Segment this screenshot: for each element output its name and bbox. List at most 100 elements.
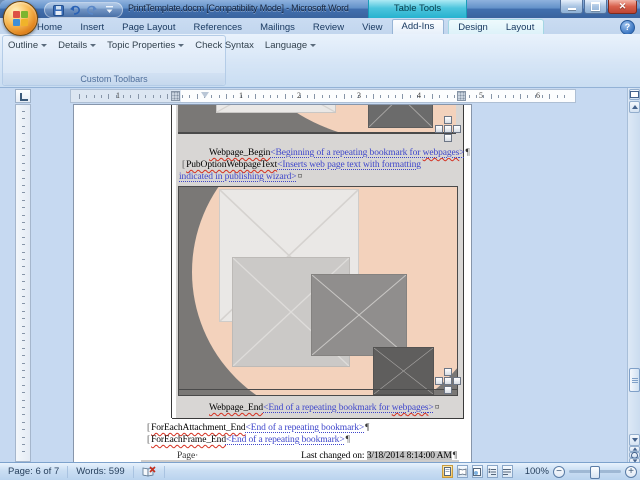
- resize-handle-cluster[interactable]: [435, 368, 461, 394]
- ruler-number: 2: [297, 91, 301, 100]
- full-screen-reading-view-button[interactable]: [456, 465, 468, 478]
- ruler-number: 3: [357, 91, 361, 100]
- image-placeholder[interactable]: [216, 105, 336, 113]
- details-menu[interactable]: Details: [58, 40, 97, 51]
- minimize-icon: [567, 8, 576, 10]
- word-window: PrintTemplate.docm [Compatibility Mode] …: [0, 0, 640, 480]
- doc-line-foreach-frame[interactable]: [ForEachFrame_End<End of a repeating boo…: [147, 434, 350, 446]
- pilcrow-mark: ¶: [345, 435, 350, 445]
- picture-top-partial[interactable]: [178, 105, 456, 134]
- draft-icon: [503, 468, 512, 475]
- doc-line-webpage-end[interactable]: Webpage_End<End of a repeating bookmark …: [209, 402, 439, 414]
- status-bar: Page: 6 of 7 Words: 599 100% − +: [0, 462, 640, 480]
- office-logo-icon: [13, 11, 28, 26]
- tab-stop-selector[interactable]: [15, 89, 31, 103]
- tab-mailings[interactable]: Mailings: [251, 20, 304, 34]
- save-icon[interactable]: [52, 4, 64, 16]
- ruler-number: 1: [116, 91, 120, 100]
- ruler-toggle-button[interactable]: [629, 89, 640, 100]
- ruler-margin-shade: [71, 90, 181, 102]
- table-border-bottom: [172, 418, 464, 419]
- doc-line-puboption-1[interactable]: [PubOptionWebpageText<Inserts web page t…: [182, 159, 421, 171]
- web-layout-view-button[interactable]: [471, 465, 483, 478]
- print-layout-view-button[interactable]: [441, 465, 453, 478]
- scroll-down-button[interactable]: [629, 434, 640, 446]
- tab-insert[interactable]: Insert: [71, 20, 113, 34]
- indent-marker[interactable]: [201, 92, 209, 98]
- tab-references[interactable]: References: [184, 20, 251, 34]
- document-page[interactable]: Webpage_Begin<Beginning of a repeating b…: [73, 104, 472, 462]
- proofing-status[interactable]: [134, 465, 165, 478]
- close-button[interactable]: ✕: [608, 0, 637, 14]
- image-placeholder-dark[interactable]: [373, 347, 434, 395]
- pilcrow-mark: ¶: [365, 423, 370, 433]
- outline-menu[interactable]: Outline: [8, 40, 48, 51]
- zoom-slider-thumb[interactable]: [590, 466, 600, 479]
- image-placeholder[interactable]: [368, 105, 433, 128]
- status-bar-right: 100% − +: [441, 465, 640, 479]
- end-of-cell-mark: ¤: [297, 172, 303, 182]
- resize-handle-cluster[interactable]: [435, 116, 461, 142]
- table-border-left: [171, 105, 172, 418]
- help-icon[interactable]: ?: [620, 20, 635, 35]
- scrollbar-thumb[interactable]: [629, 368, 640, 392]
- restore-button[interactable]: [584, 0, 607, 14]
- vertical-ruler[interactable]: [15, 104, 31, 462]
- page-indicator[interactable]: Page: 6 of 7: [0, 465, 69, 478]
- end-of-cell-mark: ¤: [434, 403, 440, 413]
- window-controls: ✕: [560, 0, 637, 14]
- customize-quick-access-icon[interactable]: [103, 5, 115, 16]
- redo-icon[interactable]: [86, 5, 98, 16]
- tab-review[interactable]: Review: [304, 20, 353, 34]
- check-syntax-button[interactable]: Check Syntax: [195, 40, 254, 51]
- web-layout-icon: [473, 467, 482, 476]
- proofing-book-icon: [142, 465, 156, 476]
- full-screen-icon: [458, 467, 467, 476]
- ribbon: Outline Details Topic Properties Check S…: [0, 34, 640, 88]
- ruler-number: 1: [239, 91, 243, 100]
- ruler-icon: [630, 91, 639, 98]
- table-column-marker[interactable]: [171, 91, 180, 101]
- tab-design[interactable]: Design: [449, 20, 497, 34]
- bookmark-bracket-icon: [: [182, 160, 186, 170]
- ruler-number: 5: [479, 91, 483, 100]
- outline-view-button[interactable]: [486, 465, 498, 478]
- office-button[interactable]: [3, 1, 38, 36]
- topic-properties-menu[interactable]: Topic Properties: [107, 40, 185, 51]
- print-layout-icon: [443, 467, 451, 476]
- minimize-button[interactable]: [560, 0, 583, 14]
- scroll-up-button[interactable]: [629, 101, 640, 113]
- draft-view-button[interactable]: [501, 465, 513, 478]
- vertical-scrollbar[interactable]: [627, 88, 640, 462]
- doc-line-webpage-begin[interactable]: Webpage_Begin<Beginning of a repeating b…: [209, 147, 470, 159]
- pilcrow-mark: ¶: [465, 148, 470, 158]
- tab-layout[interactable]: Layout: [497, 20, 544, 34]
- table-tools-contextual-label: Table Tools: [368, 0, 467, 18]
- tab-add-ins[interactable]: Add-Ins: [391, 19, 445, 34]
- chevron-down-icon: [90, 44, 97, 47]
- horizontal-ruler[interactable]: 1 1 2 3 4 5 6: [70, 89, 576, 103]
- ribbon-tabs: Home Insert Page Layout References Maili…: [28, 18, 545, 34]
- doc-line-puboption-2[interactable]: indicated in publishing wizard>¤: [179, 171, 302, 183]
- zoom-level[interactable]: 100%: [525, 466, 549, 477]
- table-column-marker[interactable]: [457, 91, 466, 101]
- tab-page-layout[interactable]: Page Layout: [113, 20, 184, 34]
- ruler-number: 6: [536, 91, 540, 100]
- doc-line-foreach-attachment[interactable]: [ForEachAttachment_End<End of a repeatin…: [147, 422, 369, 434]
- language-menu[interactable]: Language: [265, 40, 317, 51]
- zoom-slider[interactable]: [569, 466, 621, 479]
- tab-view[interactable]: View: [353, 20, 391, 34]
- chevron-down-icon: [41, 44, 48, 47]
- custom-toolbar-items: Outline Details Topic Properties Check S…: [8, 40, 317, 51]
- bookmark-bracket-icon: [: [147, 423, 151, 433]
- document-workspace: 1 1 2 3 4 5 6 Webpage_Begin<Beginning of…: [0, 88, 640, 462]
- picture-main[interactable]: [178, 186, 458, 396]
- undo-icon[interactable]: [69, 5, 81, 16]
- image-placeholder-gray[interactable]: [311, 274, 407, 356]
- arrow-up-icon: [631, 105, 638, 109]
- zoom-in-button[interactable]: +: [625, 465, 637, 478]
- group-label: Custom Toolbars: [3, 73, 225, 85]
- word-count[interactable]: Words: 599: [68, 465, 134, 478]
- zoom-out-button[interactable]: −: [553, 465, 565, 478]
- ribbon-tab-row: Home Insert Page Layout References Maili…: [0, 18, 640, 35]
